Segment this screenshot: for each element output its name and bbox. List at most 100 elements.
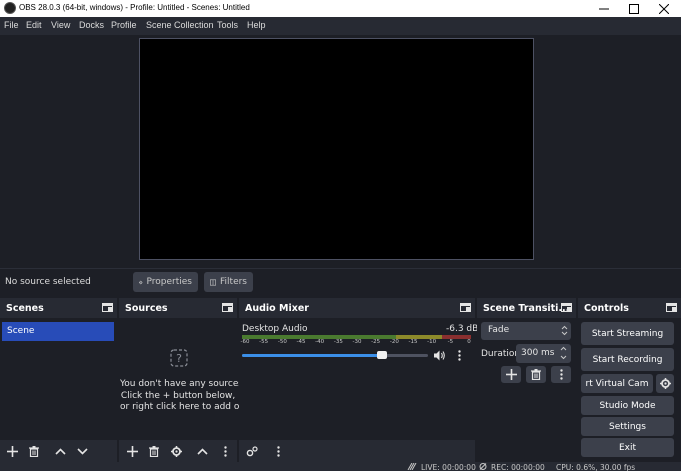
close-icon bbox=[659, 3, 669, 14]
more-vertical-icon bbox=[276, 445, 280, 457]
minimize-icon bbox=[599, 8, 609, 9]
obs-app-icon bbox=[4, 2, 16, 14]
gears-icon bbox=[246, 445, 258, 456]
plus-icon bbox=[6, 445, 18, 457]
empty-line-2: Click the + button below, bbox=[120, 390, 236, 401]
add-transition-button[interactable] bbox=[501, 366, 521, 383]
menu-edit[interactable]: Edit bbox=[26, 20, 42, 30]
menu-view[interactable]: View bbox=[51, 20, 70, 30]
question-icon: ? bbox=[170, 349, 188, 367]
remove-scene-button[interactable] bbox=[25, 443, 43, 459]
live-timer: LIVE: 00:00:00 bbox=[421, 463, 476, 471]
move-scene-down-button[interactable] bbox=[73, 443, 91, 459]
meter-tick-label: -20 bbox=[389, 339, 399, 345]
undock-icon[interactable] bbox=[222, 303, 233, 312]
properties-label: Properties bbox=[146, 277, 192, 287]
cpu-fps: CPU: 0.6%, 30.00 fps bbox=[556, 463, 636, 471]
advanced-audio-button[interactable] bbox=[243, 443, 261, 459]
spinner-arrows-icon[interactable] bbox=[560, 346, 567, 360]
updown-arrows-icon bbox=[561, 325, 568, 336]
undock-icon[interactable] bbox=[666, 303, 677, 312]
volume-slider-handle[interactable] bbox=[376, 351, 387, 359]
more-vertical-icon bbox=[223, 445, 227, 457]
filters-button[interactable]: Filters bbox=[204, 272, 253, 292]
menu-bar: File Edit View Docks Profile Scene Colle… bbox=[0, 17, 681, 35]
virtual-cam-settings-button[interactable] bbox=[656, 374, 674, 393]
add-scene-button[interactable] bbox=[3, 443, 21, 459]
meter-tick-label: -60 bbox=[240, 339, 250, 345]
more-vertical-icon bbox=[559, 369, 563, 380]
chevron-up-icon bbox=[54, 447, 66, 455]
volume-slider-fill bbox=[242, 354, 382, 357]
duration-label: Duration bbox=[481, 349, 521, 359]
menu-file[interactable]: File bbox=[4, 20, 19, 30]
transition-select[interactable]: Fade bbox=[481, 322, 571, 340]
sources-empty-message: You don't have any sources. Click the + … bbox=[120, 379, 254, 414]
start-recording-button[interactable]: Start Recording bbox=[581, 348, 674, 371]
meter-tick-label: -5 bbox=[447, 339, 454, 345]
plus-icon bbox=[126, 445, 138, 457]
move-scene-up-button[interactable] bbox=[51, 443, 69, 459]
transition-value: Fade bbox=[488, 325, 510, 335]
properties-button[interactable]: Properties bbox=[133, 272, 198, 292]
duration-value: 300 ms bbox=[521, 348, 555, 358]
start-streaming-button[interactable]: Start Streaming bbox=[581, 322, 674, 345]
preview-canvas[interactable] bbox=[139, 38, 534, 260]
no-source-label: No source selected bbox=[5, 277, 91, 287]
mixer-toolbar bbox=[239, 440, 475, 462]
channel-menu-icon[interactable] bbox=[458, 350, 461, 361]
audio-mixer-title: Audio Mixer bbox=[245, 303, 309, 314]
sources-toolbar bbox=[119, 440, 237, 462]
meter-tick-label: -25 bbox=[371, 339, 381, 345]
svg-text:?: ? bbox=[176, 352, 182, 365]
source-menu-button[interactable] bbox=[220, 443, 230, 459]
menu-tools[interactable]: Tools bbox=[217, 20, 238, 30]
add-source-button[interactable] bbox=[123, 443, 141, 459]
trash-icon bbox=[29, 445, 39, 457]
plus-icon bbox=[505, 369, 517, 380]
menu-docks[interactable]: Docks bbox=[79, 20, 104, 30]
chevron-up-icon bbox=[196, 447, 208, 455]
undock-icon[interactable] bbox=[460, 303, 471, 312]
exit-button[interactable]: Exit bbox=[581, 438, 674, 457]
scenes-title: Scenes bbox=[6, 303, 44, 314]
filters-label: Filters bbox=[220, 277, 247, 287]
transition-properties-button[interactable] bbox=[551, 366, 571, 383]
gear-icon bbox=[170, 445, 182, 457]
gear-icon bbox=[659, 378, 671, 389]
audio-mixer-dock: Audio Mixer bbox=[239, 298, 475, 462]
settings-button[interactable]: Settings bbox=[581, 417, 674, 436]
minimize-button[interactable] bbox=[589, 0, 619, 17]
close-button[interactable] bbox=[649, 0, 679, 17]
move-source-up-button[interactable] bbox=[193, 443, 211, 459]
status-bar: LIVE: 00:00:00 REC: 00:00:00 CPU: 0.6%, … bbox=[0, 462, 681, 471]
undock-icon[interactable] bbox=[561, 303, 572, 312]
meter-scale: -60 -55 -50 -45 -40 -35 -30 -25 -20 -15 -10 -5 0 bbox=[240, 339, 476, 349]
meter-tick-label: -15 bbox=[408, 339, 418, 345]
meter-tick-label: -35 bbox=[333, 339, 343, 345]
studio-mode-button[interactable]: Studio Mode bbox=[581, 396, 674, 415]
filter-icon bbox=[210, 278, 217, 286]
source-properties-button[interactable] bbox=[167, 443, 185, 459]
start-virtual-cam-button[interactable]: rt Virtual Cam bbox=[581, 374, 653, 393]
menu-help[interactable]: Help bbox=[247, 20, 266, 30]
title-bar: OBS 28.0.3 (64-bit, windows) - Profile: … bbox=[0, 0, 681, 17]
live-signal-icon bbox=[407, 463, 417, 470]
menu-scene-collection[interactable]: Scene Collection bbox=[146, 20, 214, 30]
channel-name: Desktop Audio bbox=[242, 324, 308, 334]
sources-title: Sources bbox=[125, 303, 168, 314]
remove-source-button[interactable] bbox=[145, 443, 163, 459]
trash-icon bbox=[149, 445, 159, 457]
scene-list-item[interactable]: Scene bbox=[2, 322, 114, 341]
remove-transition-button[interactable] bbox=[526, 366, 546, 383]
maximize-icon bbox=[629, 3, 639, 14]
chevron-down-icon bbox=[76, 447, 88, 455]
empty-line-1: You don't have any sources. bbox=[120, 379, 246, 389]
gear-icon bbox=[139, 280, 143, 284]
maximize-button[interactable] bbox=[619, 0, 649, 17]
mixer-menu-button[interactable] bbox=[273, 443, 283, 459]
menu-profile[interactable]: Profile bbox=[111, 20, 137, 30]
speaker-icon[interactable] bbox=[434, 350, 446, 361]
window-title: OBS 28.0.3 (64-bit, windows) - Profile: … bbox=[19, 3, 250, 12]
undock-icon[interactable] bbox=[102, 303, 113, 312]
